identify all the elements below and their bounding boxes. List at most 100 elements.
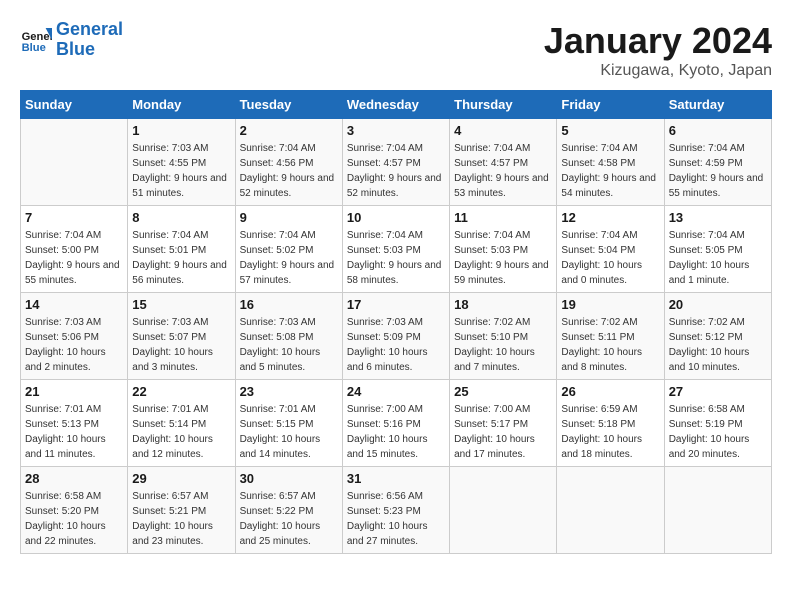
day-info: Sunrise: 7:03 AMSunset: 5:09 PMDaylight:… — [347, 315, 445, 375]
calendar-cell: 27Sunrise: 6:58 AMSunset: 5:19 PMDayligh… — [664, 380, 771, 467]
day-number: 5 — [561, 123, 659, 138]
day-info: Sunrise: 7:04 AMSunset: 4:57 PMDaylight:… — [454, 141, 552, 201]
calendar-cell: 31 Sunrise: 6:56 AMSunset: 5:23 PMDayligh… — [342, 467, 449, 554]
calendar-cell: 8 Sunrise: 7:04 AMSunset: 5:01 PMDaylight… — [128, 206, 235, 293]
day-info: Sunrise: 7:03 AMSunset: 5:08 PMDaylight:… — [240, 315, 338, 375]
day-info: Sunrise: 6:57 AMSunset: 5:22 PMDaylight:… — [240, 489, 338, 549]
day-number: 17 — [347, 297, 445, 312]
calendar-cell: 3 Sunrise: 7:04 AMSunset: 4:57 PMDaylight… — [342, 119, 449, 206]
day-info: Sunrise: 7:03 AMSunset: 5:07 PMDaylight:… — [132, 315, 230, 375]
day-number: 10 — [347, 210, 445, 225]
day-info: Sunrise: 7:02 AMSunset: 5:12 PMDaylight:… — [669, 315, 767, 375]
header-row: SundayMondayTuesdayWednesdayThursdayFrid… — [21, 91, 772, 119]
calendar-cell: 1 Sunrise: 7:03 AMSunset: 4:55 PMDaylight… — [128, 119, 235, 206]
day-number: 31 — [347, 471, 445, 486]
day-info: Sunrise: 7:04 AMSunset: 5:05 PMDaylight:… — [669, 228, 767, 288]
calendar-cell: 11 Sunrise: 7:04 AMSunset: 5:03 PMDayligh… — [450, 206, 557, 293]
day-info: Sunrise: 7:04 AMSunset: 5:00 PMDaylight:… — [25, 228, 123, 288]
day-number: 20 — [669, 297, 767, 312]
calendar-cell: 21Sunrise: 7:01 AMSunset: 5:13 PMDayligh… — [21, 380, 128, 467]
day-info: Sunrise: 7:00 AMSunset: 5:16 PMDaylight:… — [347, 402, 445, 462]
day-number: 29 — [132, 471, 230, 486]
day-number: 21 — [25, 384, 123, 399]
calendar-cell: 15 Sunrise: 7:03 AMSunset: 5:07 PMDayligh… — [128, 293, 235, 380]
calendar-cell: 9Sunrise: 7:04 AMSunset: 5:02 PMDaylight… — [235, 206, 342, 293]
calendar-cell: 29 Sunrise: 6:57 AMSunset: 5:21 PMDayligh… — [128, 467, 235, 554]
day-info: Sunrise: 6:57 AMSunset: 5:21 PMDaylight:… — [132, 489, 230, 549]
week-row-1: 1 Sunrise: 7:03 AMSunset: 4:55 PMDaylight… — [21, 119, 772, 206]
week-row-5: 28 Sunrise: 6:58 AMSunset: 5:20 PMDayligh… — [21, 467, 772, 554]
calendar-cell: 12Sunrise: 7:04 AMSunset: 5:04 PMDayligh… — [557, 206, 664, 293]
day-number: 23 — [240, 384, 338, 399]
day-info: Sunrise: 7:03 AMSunset: 5:06 PMDaylight:… — [25, 315, 123, 375]
calendar-cell — [21, 119, 128, 206]
month-title: January 2024 — [544, 20, 772, 62]
col-header-friday: Friday — [557, 91, 664, 119]
day-number: 28 — [25, 471, 123, 486]
day-number: 16 — [240, 297, 338, 312]
day-number: 30 — [240, 471, 338, 486]
day-number: 1 — [132, 123, 230, 138]
calendar-cell: 10 Sunrise: 7:04 AMSunset: 5:03 PMDayligh… — [342, 206, 449, 293]
calendar-cell: 6 Sunrise: 7:04 AMSunset: 4:59 PMDaylight… — [664, 119, 771, 206]
calendar-cell: 18Sunrise: 7:02 AMSunset: 5:10 PMDayligh… — [450, 293, 557, 380]
day-info: Sunrise: 7:04 AMSunset: 5:03 PMDaylight:… — [347, 228, 445, 288]
logo-icon: General Blue — [20, 24, 52, 56]
day-number: 26 — [561, 384, 659, 399]
calendar-cell: 22 Sunrise: 7:01 AMSunset: 5:14 PMDayligh… — [128, 380, 235, 467]
day-number: 6 — [669, 123, 767, 138]
day-number: 25 — [454, 384, 552, 399]
day-info: Sunrise: 7:04 AMSunset: 5:03 PMDaylight:… — [454, 228, 552, 288]
day-number: 24 — [347, 384, 445, 399]
col-header-saturday: Saturday — [664, 91, 771, 119]
day-info: Sunrise: 7:02 AMSunset: 5:11 PMDaylight:… — [561, 315, 659, 375]
calendar-cell: 13 Sunrise: 7:04 AMSunset: 5:05 PMDayligh… — [664, 206, 771, 293]
day-info: Sunrise: 7:04 AMSunset: 5:01 PMDaylight:… — [132, 228, 230, 288]
day-number: 8 — [132, 210, 230, 225]
calendar-cell — [450, 467, 557, 554]
calendar-cell: 28 Sunrise: 6:58 AMSunset: 5:20 PMDayligh… — [21, 467, 128, 554]
calendar-cell: 30 Sunrise: 6:57 AMSunset: 5:22 PMDayligh… — [235, 467, 342, 554]
logo: General Blue GeneralBlue — [20, 20, 123, 60]
day-number: 11 — [454, 210, 552, 225]
day-number: 22 — [132, 384, 230, 399]
svg-text:Blue: Blue — [22, 42, 46, 54]
day-info: Sunrise: 7:03 AMSunset: 4:55 PMDaylight:… — [132, 141, 230, 201]
calendar-cell: 14Sunrise: 7:03 AMSunset: 5:06 PMDayligh… — [21, 293, 128, 380]
calendar-cell: 5Sunrise: 7:04 AMSunset: 4:58 PMDaylight… — [557, 119, 664, 206]
week-row-4: 21Sunrise: 7:01 AMSunset: 5:13 PMDayligh… — [21, 380, 772, 467]
day-number: 15 — [132, 297, 230, 312]
week-row-3: 14Sunrise: 7:03 AMSunset: 5:06 PMDayligh… — [21, 293, 772, 380]
day-number: 19 — [561, 297, 659, 312]
day-info: Sunrise: 6:56 AMSunset: 5:23 PMDaylight:… — [347, 489, 445, 549]
calendar-cell: 20 Sunrise: 7:02 AMSunset: 5:12 PMDayligh… — [664, 293, 771, 380]
col-header-monday: Monday — [128, 91, 235, 119]
day-info: Sunrise: 7:04 AMSunset: 4:59 PMDaylight:… — [669, 141, 767, 201]
day-number: 12 — [561, 210, 659, 225]
day-info: Sunrise: 7:01 AMSunset: 5:15 PMDaylight:… — [240, 402, 338, 462]
calendar-cell: 2Sunrise: 7:04 AMSunset: 4:56 PMDaylight… — [235, 119, 342, 206]
calendar-table: SundayMondayTuesdayWednesdayThursdayFrid… — [20, 90, 772, 554]
logo-text: GeneralBlue — [56, 20, 123, 60]
col-header-wednesday: Wednesday — [342, 91, 449, 119]
day-info: Sunrise: 6:58 AMSunset: 5:19 PMDaylight:… — [669, 402, 767, 462]
day-info: Sunrise: 7:04 AMSunset: 4:57 PMDaylight:… — [347, 141, 445, 201]
day-number: 4 — [454, 123, 552, 138]
calendar-cell: 25Sunrise: 7:00 AMSunset: 5:17 PMDayligh… — [450, 380, 557, 467]
col-header-tuesday: Tuesday — [235, 91, 342, 119]
day-number: 7 — [25, 210, 123, 225]
calendar-cell: 24 Sunrise: 7:00 AMSunset: 5:16 PMDayligh… — [342, 380, 449, 467]
title-block: January 2024 Kizugawa, Kyoto, Japan — [544, 20, 772, 80]
day-info: Sunrise: 7:02 AMSunset: 5:10 PMDaylight:… — [454, 315, 552, 375]
day-number: 2 — [240, 123, 338, 138]
calendar-cell — [557, 467, 664, 554]
day-info: Sunrise: 7:01 AMSunset: 5:14 PMDaylight:… — [132, 402, 230, 462]
calendar-cell: 17 Sunrise: 7:03 AMSunset: 5:09 PMDayligh… — [342, 293, 449, 380]
day-number: 13 — [669, 210, 767, 225]
calendar-cell: 19 Sunrise: 7:02 AMSunset: 5:11 PMDayligh… — [557, 293, 664, 380]
day-info: Sunrise: 6:58 AMSunset: 5:20 PMDaylight:… — [25, 489, 123, 549]
day-number: 3 — [347, 123, 445, 138]
calendar-cell: 16 Sunrise: 7:03 AMSunset: 5:08 PMDayligh… — [235, 293, 342, 380]
header: General Blue GeneralBlue January 2024 Ki… — [20, 20, 772, 80]
day-info: Sunrise: 7:04 AMSunset: 5:02 PMDaylight:… — [240, 228, 338, 288]
